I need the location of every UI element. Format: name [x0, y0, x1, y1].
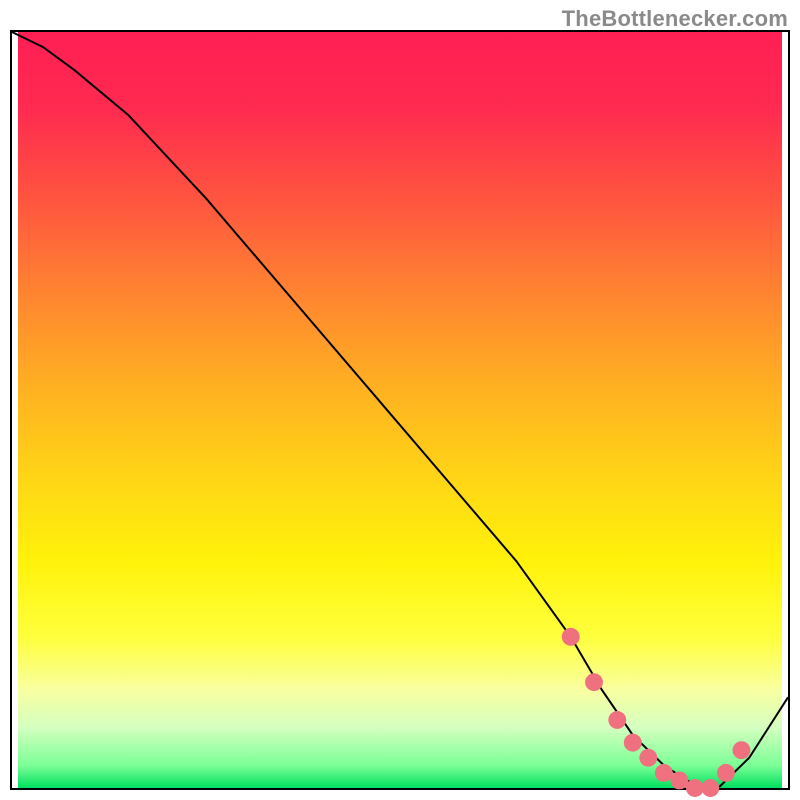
highlight-dot: [732, 741, 750, 759]
highlight-dot: [624, 734, 642, 752]
highlight-dot: [686, 779, 704, 797]
chart-container: TheBottlenecker.com: [0, 0, 800, 800]
bottleneck-curve: [12, 32, 788, 788]
highlight-dot: [701, 779, 719, 797]
watermark-text: TheBottlenecker.com: [562, 6, 788, 32]
curve-layer: [12, 32, 788, 788]
highlight-dot: [670, 771, 688, 789]
highlight-dot: [639, 749, 657, 767]
highlight-dot: [717, 764, 735, 782]
plot-area: [10, 30, 790, 790]
highlight-dot: [655, 764, 673, 782]
highlight-dot: [608, 711, 626, 729]
highlight-dot: [562, 628, 580, 646]
highlight-dots: [562, 628, 751, 797]
highlight-dot: [585, 673, 603, 691]
